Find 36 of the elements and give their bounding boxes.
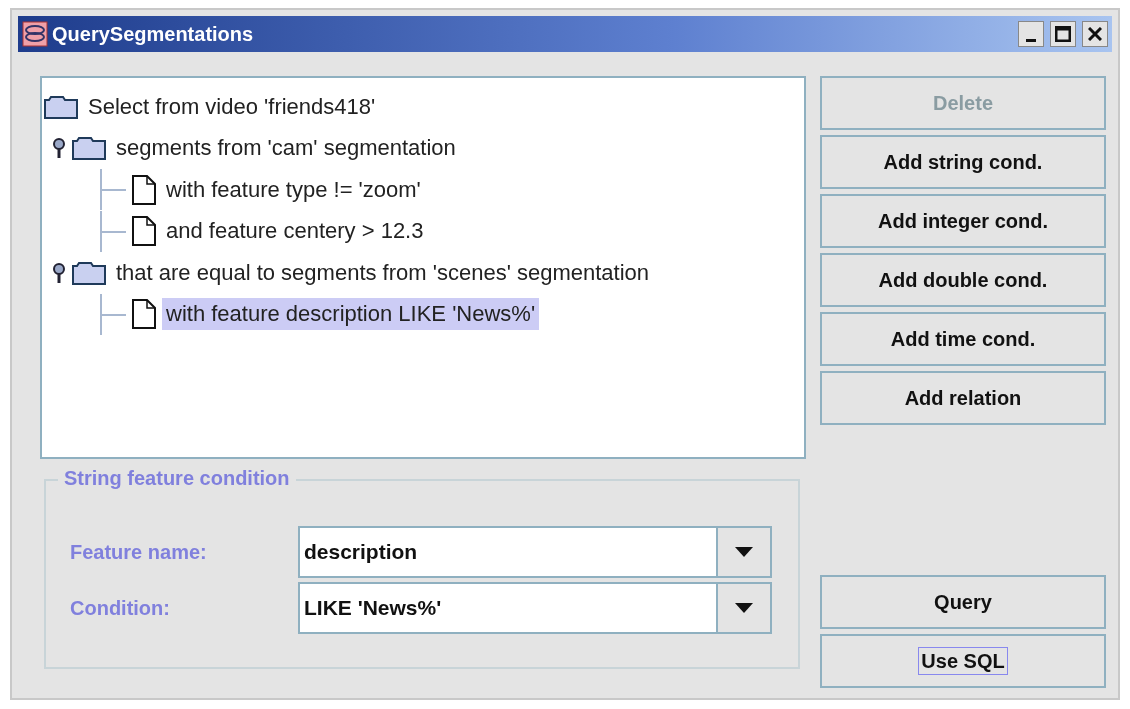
add-button[interactable]: Add time cond. — [820, 312, 1106, 366]
field-label: Feature name: — [69, 540, 208, 564]
add-button[interactable]: Add integer cond. — [820, 194, 1106, 248]
add-button[interactable]: Add relation — [820, 371, 1106, 425]
dropdown-arrow-icon — [735, 603, 753, 613]
document-icon — [132, 299, 156, 330]
action-button[interactable]: Use SQL — [820, 634, 1106, 688]
close-button[interactable] — [1082, 21, 1108, 47]
field-label: Condition: — [69, 596, 171, 620]
maximize-icon — [1055, 26, 1071, 42]
expand-handle-icon[interactable] — [52, 137, 66, 160]
tree-item[interactable]: segments from 'cam' segmentation — [112, 132, 460, 165]
tree-item[interactable]: with feature type != 'zoom' — [162, 173, 425, 206]
folder-icon — [72, 260, 106, 285]
add-button[interactable]: Add string cond. — [820, 135, 1106, 189]
add-button[interactable]: Add double cond. — [820, 253, 1106, 307]
close-icon — [1088, 27, 1102, 41]
minimize-icon — [1026, 39, 1036, 42]
folder-icon — [44, 94, 78, 119]
combo-box[interactable]: LIKE 'News%' — [298, 582, 772, 634]
minimize-button[interactable] — [1018, 21, 1044, 47]
app-icon — [22, 21, 48, 47]
maximize-button[interactable] — [1050, 21, 1076, 47]
tree-item[interactable]: that are equal to segments from 'scenes' segmentation — [112, 256, 654, 289]
tree-item[interactable]: and feature centery > 12.3 — [162, 215, 428, 248]
window-title: QuerySegmentations — [52, 22, 255, 46]
dropdown-arrow-icon — [735, 547, 753, 557]
document-icon — [132, 174, 156, 205]
expand-handle-icon[interactable] — [52, 261, 66, 284]
combo-box[interactable]: description — [298, 526, 772, 578]
document-icon — [132, 216, 156, 247]
action-button[interactable]: Query — [820, 575, 1106, 629]
tree-item[interactable]: with feature description LIKE 'News%' — [162, 298, 540, 331]
folder-icon — [72, 136, 106, 161]
tree-item[interactable]: Select from video 'friends418' — [84, 90, 380, 123]
group-title: String feature condition — [58, 467, 296, 490]
